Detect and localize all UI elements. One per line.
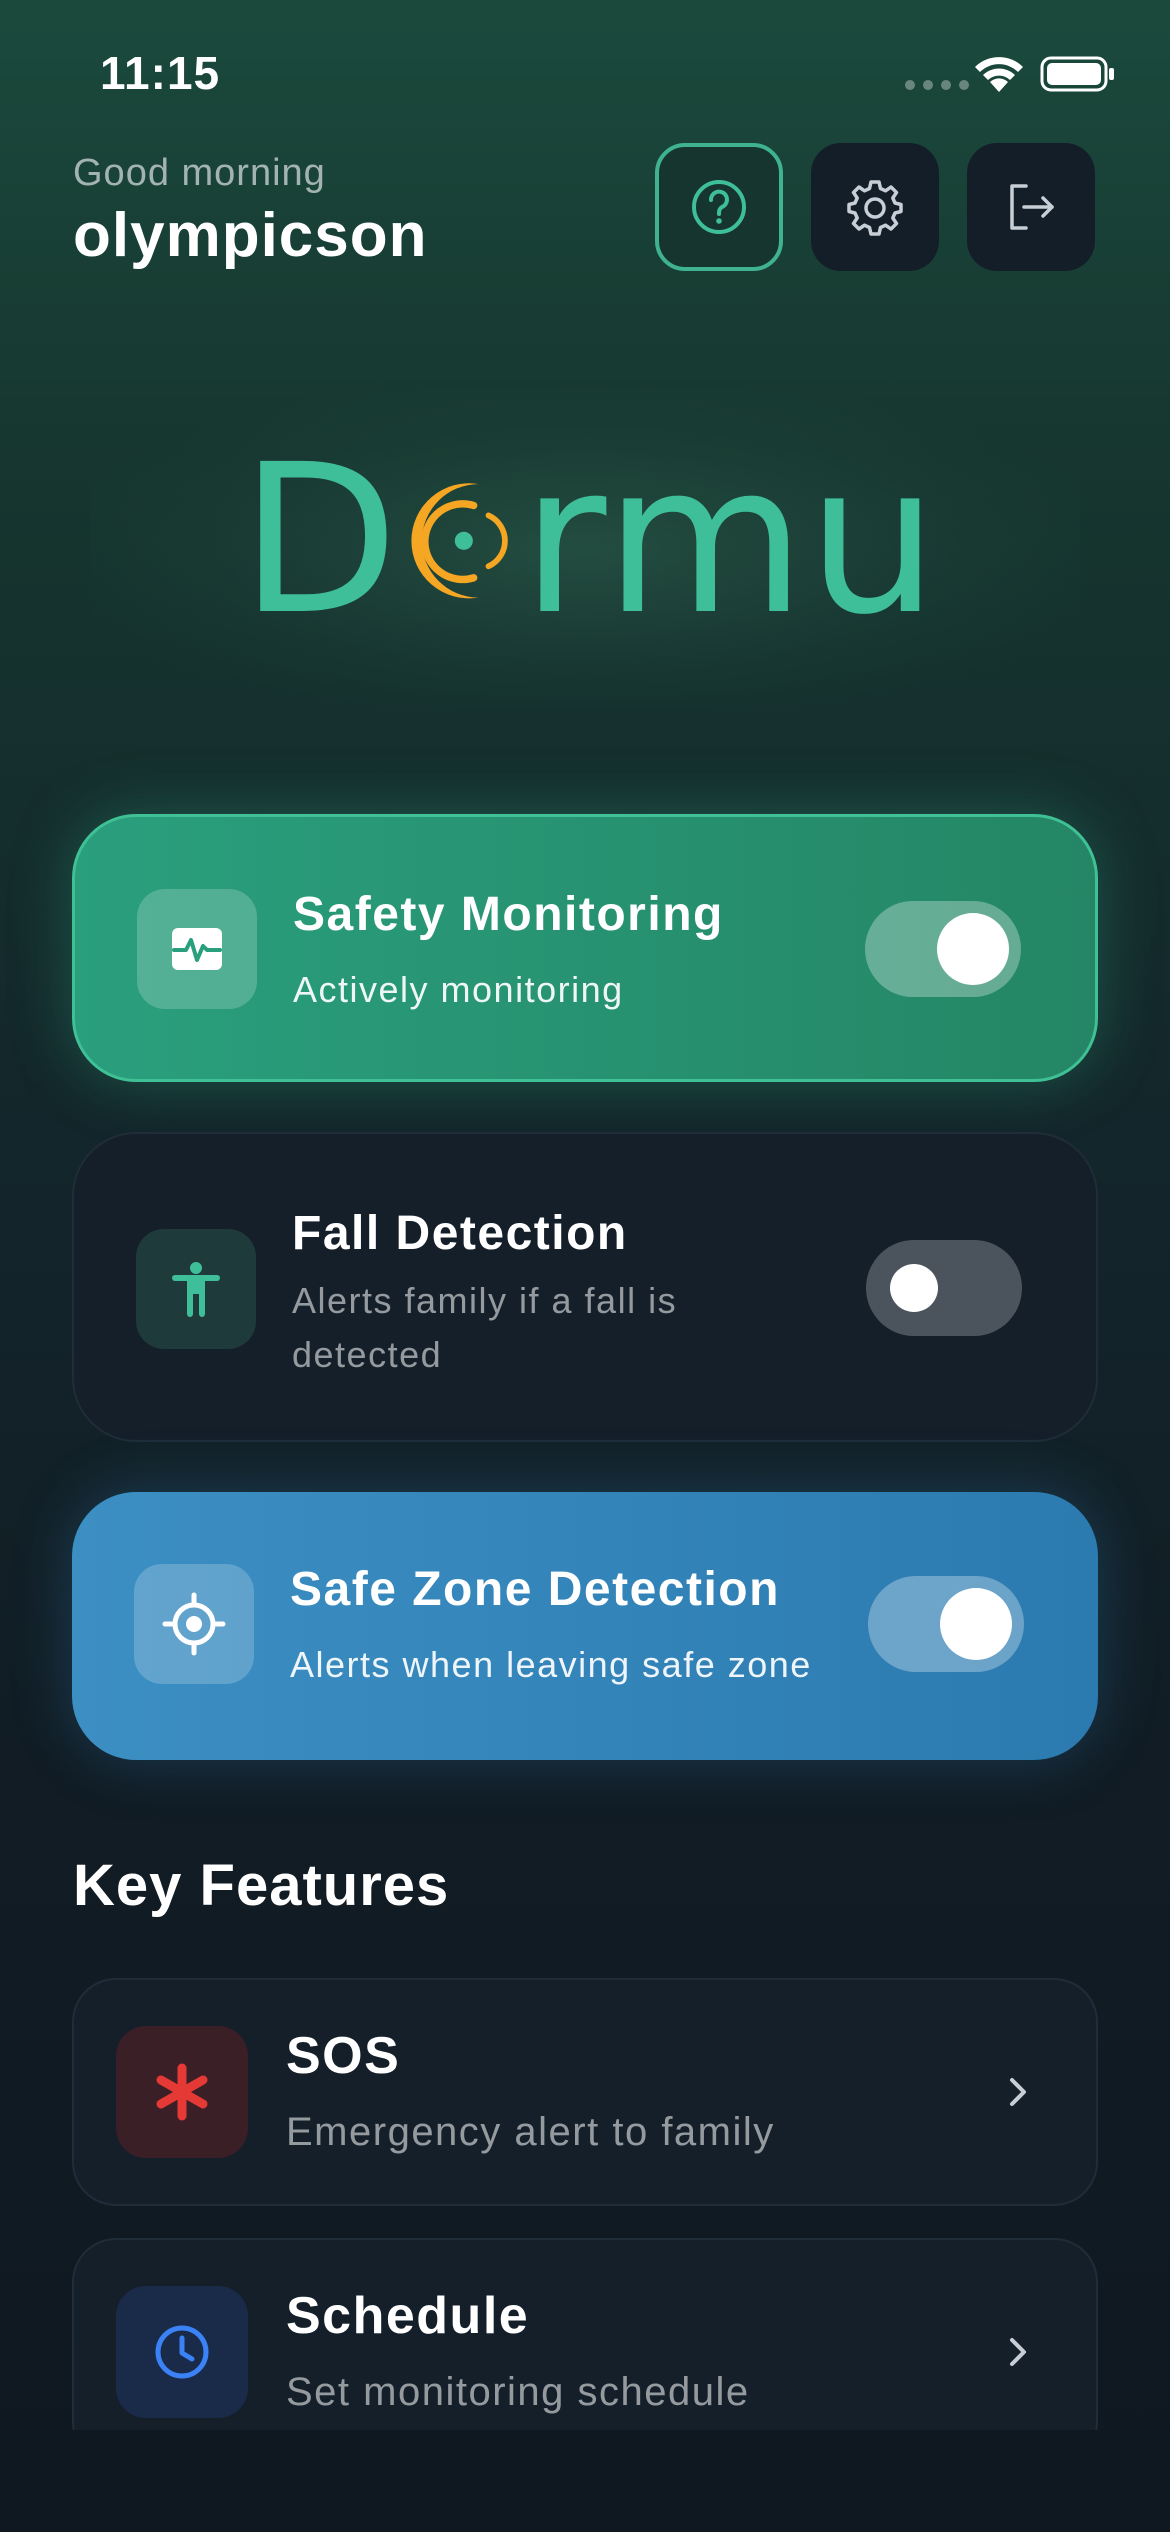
feature-list: SOS Emergency alert to family Schedule S… (0, 1960, 1170, 2430)
sos-feature-item[interactable]: SOS Emergency alert to family (72, 1978, 1098, 2206)
dormu-logo: D rmu (240, 420, 940, 660)
wifi-icon (975, 57, 1023, 92)
logo-letter-d: D (240, 420, 401, 660)
sos-icon-box (116, 2026, 248, 2158)
chevron-right-icon (1010, 2078, 1026, 2106)
safe-zone-detection-card[interactable]: Safe Zone Detection Alerts when leaving … (72, 1492, 1098, 1760)
schedule-feature-item[interactable]: Schedule Set monitoring schedule (72, 2238, 1098, 2430)
fall-detection-title: Fall Detection (292, 1207, 628, 1260)
chevron-right-icon (1010, 2338, 1026, 2366)
safety-monitoring-card[interactable]: Safety Monitoring Actively monitoring (72, 814, 1098, 1082)
safe-zone-title: Safe Zone Detection (290, 1563, 780, 1616)
toggle-knob (937, 913, 1009, 985)
logo-letters-rmu: rmu (521, 420, 940, 660)
heart-pulse-icon (172, 928, 222, 970)
safety-monitoring-title: Safety Monitoring (293, 888, 724, 941)
sos-title: SOS (286, 2027, 401, 2085)
logout-button[interactable] (967, 143, 1095, 271)
battery-icon (1040, 56, 1114, 92)
sos-subtitle: Emergency alert to family (286, 2110, 775, 2154)
username: olympicson (73, 201, 428, 270)
question-circle-icon (692, 180, 746, 234)
schedule-subtitle: Set monitoring schedule (286, 2370, 750, 2414)
fall-detection-toggle[interactable] (866, 1240, 1022, 1336)
status-time: 11:15 (100, 47, 221, 99)
status-bar: 11:15 (0, 0, 1170, 150)
fall-detection-icon-box (136, 1229, 256, 1349)
schedule-title: Schedule (286, 2287, 530, 2345)
fall-detection-card[interactable]: Fall Detection Alerts family if a fall i… (72, 1132, 1098, 1442)
safety-monitoring-subtitle: Actively monitoring (293, 969, 624, 1010)
fall-detection-subtitle: Alerts family if a fall is detected (292, 1280, 678, 1375)
clock-icon (155, 2325, 209, 2379)
safe-zone-icon-box (134, 1564, 254, 1684)
help-button[interactable] (655, 143, 783, 271)
person-icon (172, 1262, 220, 1317)
safety-monitoring-icon-box (137, 889, 257, 1009)
toggle-knob (940, 1588, 1012, 1660)
settings-button[interactable] (811, 143, 939, 271)
signal-icon (905, 80, 969, 90)
crosshair-icon (162, 1592, 226, 1656)
asterisk-icon (156, 2063, 208, 2121)
toggle-knob (890, 1264, 938, 1312)
moon-signal-icon (411, 483, 508, 599)
greeting-text: Good morning (73, 152, 326, 194)
schedule-icon-box (116, 2286, 248, 2418)
safe-zone-toggle[interactable] (868, 1576, 1024, 1672)
gear-icon (847, 180, 903, 236)
key-features-heading: Key Features (73, 1853, 450, 1918)
bottom-area (0, 2430, 1170, 2532)
safety-monitoring-toggle[interactable] (865, 901, 1021, 997)
safe-zone-subtitle: Alerts when leaving safe zone (290, 1644, 812, 1685)
logout-icon (1010, 184, 1054, 230)
